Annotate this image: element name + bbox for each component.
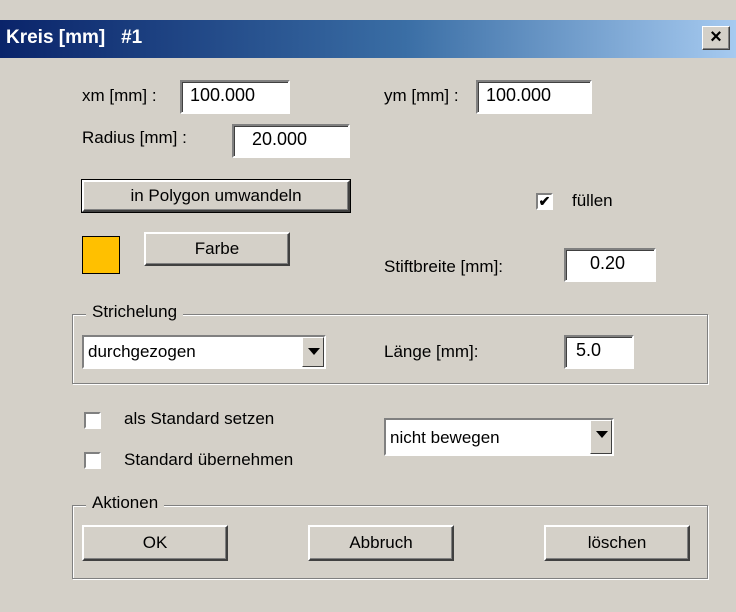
radius-value: 20.000 bbox=[252, 129, 308, 149]
color-button[interactable]: Farbe bbox=[144, 232, 290, 266]
radius-label: Radius [mm] : bbox=[82, 128, 187, 147]
set-default-label: als Standard setzen bbox=[124, 409, 275, 428]
ok-button[interactable]: OK bbox=[82, 525, 228, 561]
checkmark-icon: ✔ bbox=[538, 193, 551, 209]
cancel-button[interactable]: Abbruch bbox=[308, 525, 454, 561]
pen-width-label: Stiftbreite [mm]: bbox=[384, 257, 504, 276]
convert-to-polygon-button[interactable]: in Polygon umwandeln bbox=[81, 179, 351, 213]
ym-label: ym [mm] : bbox=[384, 86, 459, 105]
dash-length-input[interactable]: 5.0 bbox=[564, 335, 634, 369]
pen-width-input[interactable]: 0.20 bbox=[564, 248, 656, 282]
title-bar[interactable]: Kreis [mm] #1 × bbox=[0, 20, 736, 58]
apply-default-checkbox[interactable] bbox=[84, 452, 101, 469]
delete-button[interactable]: löschen bbox=[544, 525, 690, 561]
pen-width-value: 0.20 bbox=[590, 253, 626, 273]
move-behavior-value: nicht bewegen bbox=[390, 428, 500, 447]
xm-input[interactable]: 100.000 bbox=[180, 80, 290, 114]
ok-label: OK bbox=[142, 533, 168, 552]
close-button[interactable]: × bbox=[702, 26, 730, 50]
actions-group-label: Aktionen bbox=[86, 493, 165, 513]
fill-label: füllen bbox=[572, 191, 613, 210]
dash-style-select[interactable]: durchgezogen bbox=[82, 335, 326, 369]
convert-label: in Polygon umwandeln bbox=[130, 186, 302, 205]
xm-value: 100.000 bbox=[190, 85, 256, 105]
color-swatch[interactable] bbox=[82, 236, 120, 274]
apply-default-label: Standard übernehmen bbox=[124, 450, 294, 469]
radius-input[interactable]: 20.000 bbox=[232, 124, 350, 158]
chevron-down-icon[interactable] bbox=[302, 337, 324, 367]
color-button-label: Farbe bbox=[194, 239, 240, 258]
move-behavior-select[interactable]: nicht bewegen bbox=[384, 418, 614, 456]
fill-checkbox[interactable]: ✔ bbox=[536, 193, 553, 210]
ym-input[interactable]: 100.000 bbox=[476, 80, 592, 114]
ym-value: 100.000 bbox=[486, 85, 552, 105]
chevron-down-icon[interactable] bbox=[590, 420, 612, 454]
delete-label: löschen bbox=[587, 533, 647, 552]
set-default-checkbox[interactable] bbox=[84, 412, 101, 429]
cancel-label: Abbruch bbox=[349, 533, 413, 552]
xm-label: xm [mm] : bbox=[82, 86, 157, 105]
dashing-group-label: Strichelung bbox=[86, 302, 184, 322]
close-icon: × bbox=[710, 26, 722, 48]
circle-dialog: Kreis [mm] #1 × xm [mm] : 100.000 ym [mm… bbox=[0, 0, 736, 612]
dash-length-label: Länge [mm]: bbox=[384, 342, 479, 361]
dash-style-value: durchgezogen bbox=[88, 342, 196, 361]
dash-length-value: 5.0 bbox=[576, 340, 602, 360]
window-title: Kreis [mm] #1 bbox=[6, 27, 143, 48]
